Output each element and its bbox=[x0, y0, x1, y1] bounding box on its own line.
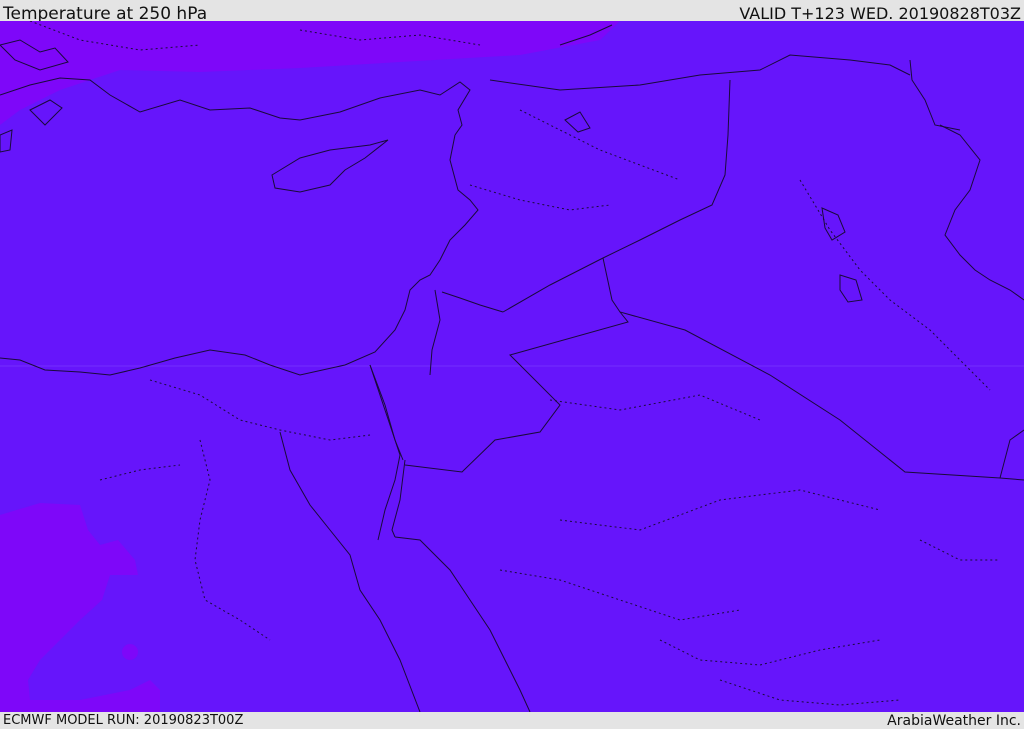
temperature-field bbox=[0, 21, 1024, 712]
credit-label: ArabiaWeather Inc. bbox=[887, 713, 1021, 729]
model-run: ECMWF MODEL RUN: 20190823T00Z bbox=[3, 713, 244, 728]
map-frame: Temperature at 250 hPa VALID T+123 WED. … bbox=[0, 0, 1024, 729]
temperature-map bbox=[0, 21, 1024, 712]
header-bar: Temperature at 250 hPa VALID T+123 WED. … bbox=[0, 0, 1024, 24]
warm-spot bbox=[122, 644, 138, 660]
